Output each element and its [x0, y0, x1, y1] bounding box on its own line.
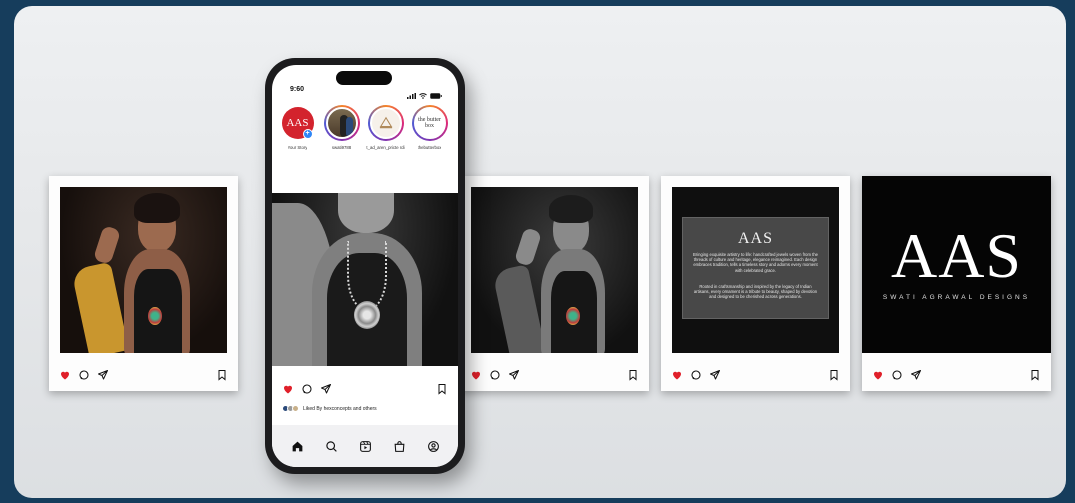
- heart-icon[interactable]: [282, 383, 294, 395]
- background-panel: AAS Bringing exquisite artistry to life:…: [14, 6, 1066, 498]
- share-icon[interactable]: [910, 369, 922, 381]
- story-user-1[interactable]: swati9788: [322, 105, 361, 150]
- bookmark-icon[interactable]: [436, 383, 448, 395]
- brand-logo-text: AAS: [890, 220, 1023, 291]
- necklace-pendant: [566, 307, 580, 325]
- brand-wordmark: AAS: [737, 230, 773, 247]
- bottom-tab-bar: [272, 425, 458, 467]
- bookmark-icon[interactable]: [627, 369, 639, 381]
- feed-card-3[interactable]: AAS Bringing exquisite artistry to life:…: [661, 176, 850, 391]
- card-actions: [470, 367, 639, 383]
- story-label: t_ad_aren_pricte rdi: [366, 145, 405, 150]
- comment-icon[interactable]: [301, 383, 313, 395]
- liked-by-text: Liked By hexconcepts and others: [303, 405, 377, 412]
- card-actions: [59, 367, 228, 383]
- home-icon[interactable]: [291, 440, 304, 453]
- card-actions: [671, 367, 840, 383]
- battery-icon: [430, 86, 442, 99]
- status-time: 9:60: [290, 86, 305, 93]
- hand-shape: [92, 225, 122, 265]
- share-icon[interactable]: [320, 383, 332, 395]
- signal-icon: [407, 86, 416, 99]
- heart-icon[interactable]: [59, 369, 71, 381]
- reels-icon[interactable]: [359, 440, 372, 453]
- post-photo[interactable]: [272, 193, 458, 366]
- stories-row: AAS + Your Story swati9788 t_ad_aren_pri…: [278, 105, 458, 150]
- story-label: swati9788: [331, 145, 352, 150]
- share-icon[interactable]: [709, 369, 721, 381]
- story-avatar-logo: [369, 107, 402, 139]
- hair-shape: [134, 193, 180, 223]
- liked-by-row[interactable]: Liked By hexconcepts and others: [282, 405, 377, 412]
- post-photo-portrait-color[interactable]: [60, 187, 227, 353]
- phone-screen: 9:60 AAS + Your Story swati9788 t_ad_are…: [272, 65, 458, 467]
- card-actions: [872, 367, 1041, 383]
- dynamic-island: [336, 71, 392, 85]
- necklace-pendant: [148, 307, 162, 325]
- comment-icon[interactable]: [489, 369, 501, 381]
- story-avatar-photo: [325, 107, 358, 139]
- comment-icon[interactable]: [690, 369, 702, 381]
- liked-avatars: [282, 405, 299, 412]
- dupatta-shape: [71, 261, 129, 353]
- story-label: thebutterbox: [417, 145, 442, 150]
- story-your-story[interactable]: AAS + Your Story: [278, 105, 317, 150]
- story-user-3[interactable]: the butter box thebutterbox: [410, 105, 449, 150]
- share-icon[interactable]: [508, 369, 520, 381]
- necklace-pendant: [354, 301, 380, 329]
- post-actions: [282, 382, 448, 396]
- post-photo-text-slide[interactable]: AAS Bringing exquisite artistry to life:…: [672, 187, 839, 353]
- phone-mockup: 9:60 AAS + Your Story swati9788 t_ad_are…: [265, 58, 465, 474]
- hand-shape: [513, 227, 543, 267]
- brand-tagline: SWATI AGRAWAL DESIGNS: [882, 294, 1031, 301]
- comment-icon[interactable]: [891, 369, 903, 381]
- feed-card-2[interactable]: [460, 176, 649, 391]
- story-user-2[interactable]: t_ad_aren_pricte rdi: [366, 105, 405, 150]
- brand-paragraph-1: Bringing exquisite artistry to life: han…: [693, 252, 818, 273]
- post-photo-portrait-bw[interactable]: [471, 187, 638, 353]
- dupatta-shape: [492, 264, 546, 353]
- bookmark-icon[interactable]: [1029, 369, 1041, 381]
- bookmark-icon[interactable]: [216, 369, 228, 381]
- heart-icon[interactable]: [671, 369, 683, 381]
- heart-icon[interactable]: [470, 369, 482, 381]
- feed-card-1[interactable]: [49, 176, 238, 391]
- status-icons: [407, 86, 442, 99]
- hair-shape: [549, 195, 593, 223]
- comment-icon[interactable]: [78, 369, 90, 381]
- feed-card-4[interactable]: AAS SWATI AGRAWAL DESIGNS: [862, 176, 1051, 391]
- wifi-icon: [419, 86, 427, 99]
- add-story-plus-icon[interactable]: +: [302, 129, 313, 139]
- shop-icon[interactable]: [393, 440, 406, 453]
- brand-paragraph-2: Rooted in craftsmanship and inspired by …: [693, 284, 818, 300]
- search-icon[interactable]: [325, 440, 338, 453]
- bookmark-icon[interactable]: [828, 369, 840, 381]
- post-photo-logo-slide[interactable]: AAS SWATI AGRAWAL DESIGNS: [862, 176, 1051, 353]
- face-shape: [338, 193, 394, 233]
- text-overlay-box: AAS Bringing exquisite artistry to life:…: [682, 217, 829, 319]
- story-label: Your Story: [287, 145, 308, 150]
- profile-icon[interactable]: [427, 440, 440, 453]
- share-icon[interactable]: [97, 369, 109, 381]
- story-avatar-butterbox: the butter box: [413, 107, 446, 139]
- heart-icon[interactable]: [872, 369, 884, 381]
